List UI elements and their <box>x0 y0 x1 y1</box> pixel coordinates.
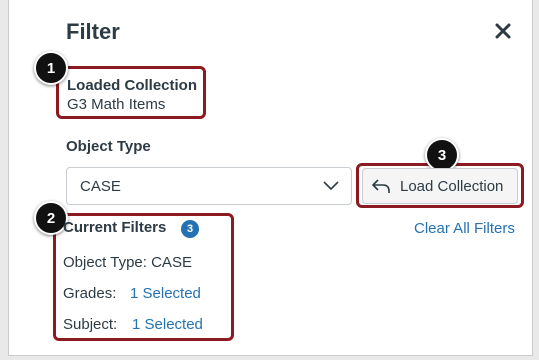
panel-title: Filter <box>66 19 120 44</box>
grades-filter-link[interactable]: 1 Selected <box>130 285 201 302</box>
load-collection-label: Load Collection <box>400 177 504 195</box>
object-type-label: Object Type <box>66 138 151 155</box>
loaded-collection-value: G3 Math Items <box>67 96 166 113</box>
subject-filter-link[interactable]: 1 Selected <box>132 316 203 333</box>
clear-all-filters-link[interactable]: Clear All Filters <box>414 220 515 237</box>
chevron-down-icon <box>323 181 339 191</box>
callout-badge-1: 1 <box>34 51 68 85</box>
close-icon[interactable] <box>494 22 512 40</box>
callout-badge-3: 3 <box>425 138 459 172</box>
object-type-filter: Object Type: CASE <box>63 254 192 271</box>
undo-arrow-icon <box>372 179 390 193</box>
load-collection-button[interactable]: Load Collection <box>362 168 518 204</box>
object-type-select[interactable]: CASE <box>66 167 352 205</box>
current-filters-label: Current Filters <box>63 219 167 236</box>
current-filters-count-badge: 3 <box>181 220 199 238</box>
loaded-collection-label: Loaded Collection <box>67 77 198 94</box>
subject-filter-label: Subject: <box>63 316 118 333</box>
object-type-selected-value: CASE <box>80 178 121 195</box>
grades-filter-label: Grades: <box>63 285 117 302</box>
